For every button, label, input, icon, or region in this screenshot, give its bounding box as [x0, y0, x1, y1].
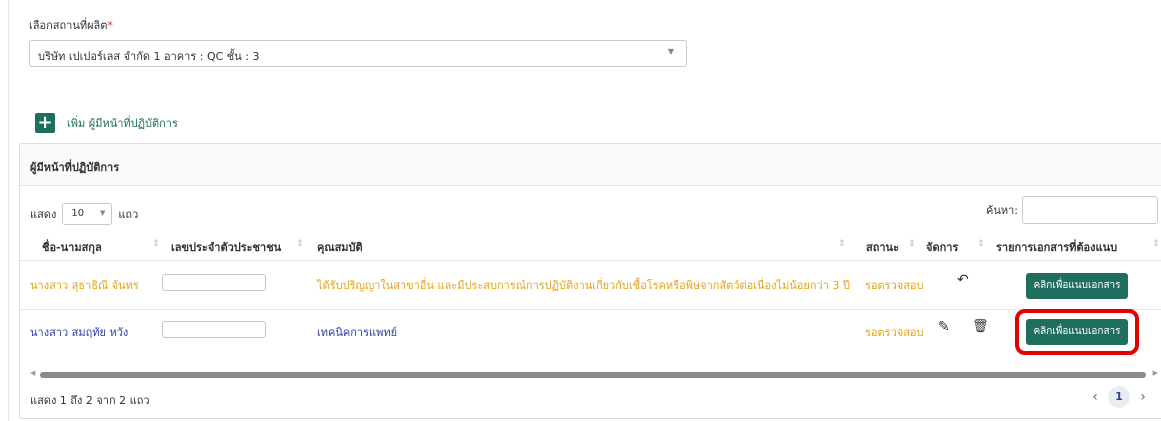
plus-icon[interactable]: + — [35, 113, 55, 133]
undo-icon[interactable]: ↶ — [957, 272, 969, 288]
page-length-select[interactable]: 10 ▼ — [62, 203, 113, 225]
sort-icon[interactable]: ⇕ — [1152, 239, 1160, 249]
column-header-actions[interactable]: จัดการ — [926, 238, 958, 256]
scroll-right-icon[interactable]: ▶ — [1153, 369, 1158, 377]
length-suffix: แถว — [118, 208, 139, 221]
highlight-box — [1015, 309, 1139, 355]
column-header-documents[interactable]: รายการเอกสารที่ต้องแนบ — [996, 238, 1117, 256]
trash-icon[interactable]: 🗑 — [972, 319, 989, 334]
citizen-id-input[interactable] — [162, 274, 266, 291]
location-label: เลือกสถานที่ผลิต* — [29, 16, 113, 34]
location-label-text: เลือกสถานที่ผลิต — [29, 19, 108, 32]
page-length-control: แสดง 10 ▼ แถว — [30, 203, 138, 225]
sort-icon[interactable]: ⇕ — [838, 239, 846, 249]
scrollbar-thumb[interactable] — [40, 372, 1146, 378]
required-mark: * — [107, 19, 113, 32]
sort-icon[interactable]: ⇕ — [152, 239, 160, 249]
search-control: ค้นหา: — [986, 196, 1158, 224]
row-divider — [20, 309, 1161, 310]
row-name: นางสาว สมฤทัย หวัง — [30, 326, 129, 339]
card-title: ผู้มีหน้าที่ปฏิบัติการ — [30, 161, 120, 174]
horizontal-scrollbar[interactable]: ◀ ▶ — [30, 369, 1158, 378]
search-label: ค้นหา: — [985, 204, 1018, 217]
column-header-status[interactable]: สถานะ — [866, 238, 899, 256]
pagination: ‹ 1 › — [1086, 386, 1152, 408]
status-badge: รอตรวจสอบ — [865, 326, 924, 339]
status-badge: รอตรวจสอบ — [865, 279, 924, 292]
officer-card: ผู้มีหน้าที่ปฏิบัติการ แสดง 10 ▼ แถว ค้น… — [19, 143, 1161, 419]
sort-icon[interactable]: ⇕ — [908, 239, 916, 249]
add-officer-row[interactable]: + เพิ่ม ผู้มีหน้าที่ปฏิบัติการ — [35, 113, 178, 133]
chevron-down-icon: ▼ — [667, 47, 674, 56]
chevron-right-icon[interactable]: › — [1134, 389, 1152, 405]
search-input[interactable] — [1022, 196, 1158, 224]
page-container: เลือกสถานที่ผลิต* บริษัท เปเปอร์เลส จำกั… — [8, 0, 1161, 421]
sort-icon[interactable]: ⇕ — [977, 239, 985, 249]
page-length-value: 10 — [71, 208, 85, 219]
row-qualification: ได้รับปริญญาในสาขาอื่น และมีประสบการณ์กา… — [317, 279, 850, 292]
location-select-value: บริษัท เปเปอร์เลส จำกัด 1 อาคาร : QC ชั้… — [38, 50, 260, 63]
column-header-citizen-id[interactable]: เลขประจำตัวประชาชน — [171, 238, 281, 256]
column-header-qualification[interactable]: คุณสมบัติ — [317, 238, 363, 256]
length-prefix: แสดง — [30, 208, 57, 221]
attach-document-button[interactable]: คลิกเพื่อแนบเอกสาร — [1026, 273, 1128, 299]
chevron-left-icon[interactable]: ‹ — [1086, 389, 1104, 405]
column-header-name[interactable]: ชื่อ-นามสกุล — [42, 238, 102, 256]
row-name: นางสาว สุธาธิณี จันทร — [30, 279, 139, 292]
sort-icon[interactable]: ⇕ — [296, 239, 304, 249]
table-info: แสดง 1 ถึง 2 จาก 2 แถว — [30, 394, 150, 407]
row-qualification: เทคนิคการแพทย์ — [317, 326, 398, 339]
header-divider — [20, 260, 1161, 261]
chevron-down-icon: ▼ — [99, 209, 106, 217]
card-header: ผู้มีหน้าที่ปฏิบัติการ — [20, 144, 1161, 186]
location-select[interactable]: บริษัท เปเปอร์เลส จำกัด 1 อาคาร : QC ชั้… — [29, 40, 687, 67]
citizen-id-input[interactable] — [162, 321, 266, 338]
pencil-icon[interactable]: ✎ — [938, 319, 950, 335]
page-1-button[interactable]: 1 — [1108, 386, 1130, 408]
add-officer-link[interactable]: เพิ่ม ผู้มีหน้าที่ปฏิบัติการ — [67, 114, 178, 132]
scroll-left-icon[interactable]: ◀ — [30, 369, 35, 377]
